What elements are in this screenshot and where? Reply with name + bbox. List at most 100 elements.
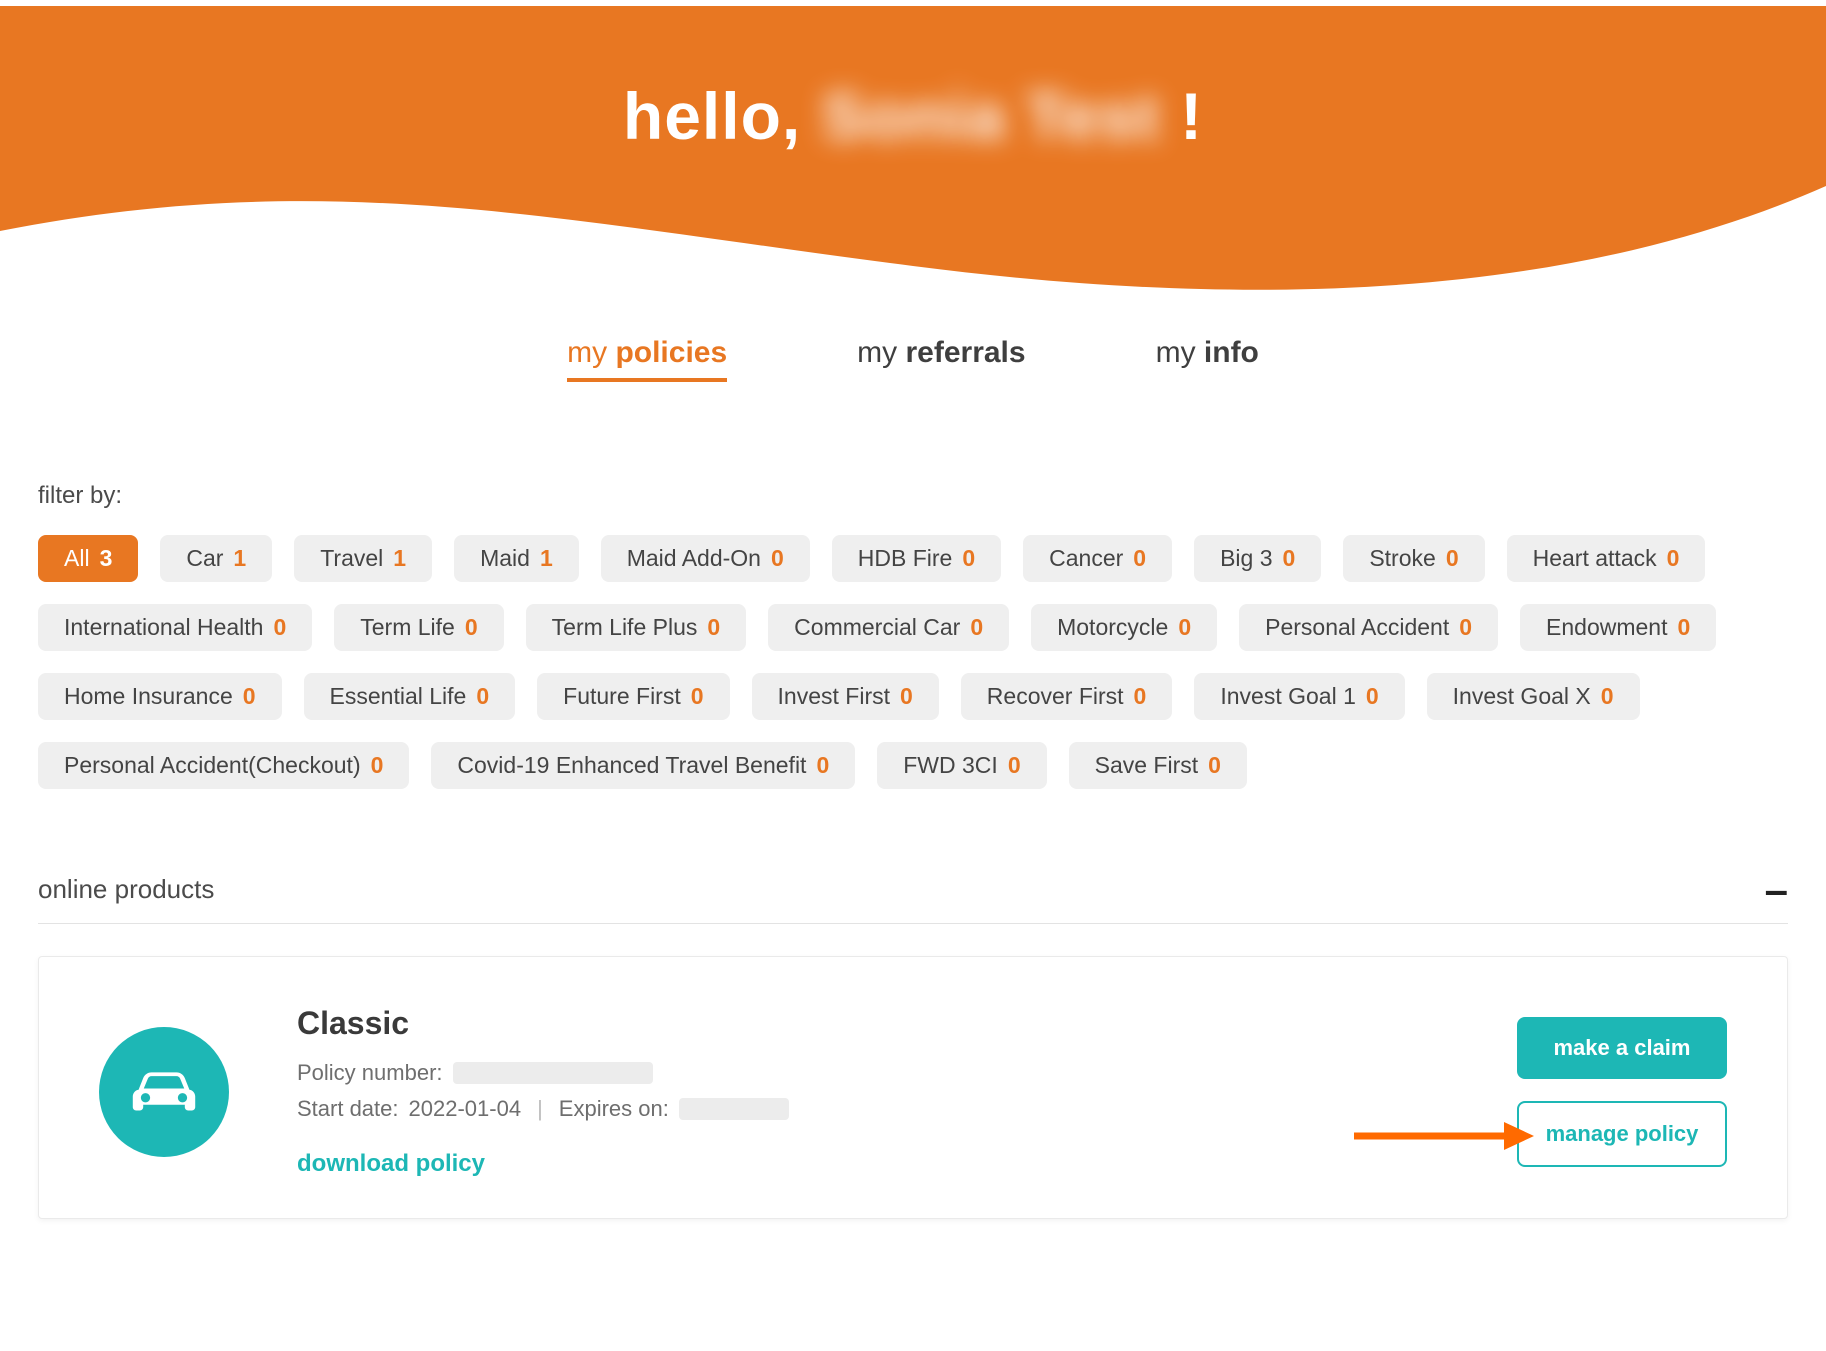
manage-policy-button[interactable]: manage policy (1517, 1101, 1727, 1167)
chip-count: 0 (1446, 547, 1459, 570)
tab-referrals[interactable]: my referrals (857, 336, 1025, 382)
chip-count: 0 (816, 754, 829, 777)
car-icon (99, 1027, 229, 1157)
tab-light: my (857, 336, 905, 369)
chip-count: 0 (970, 616, 983, 639)
policy-number-value-blurred (453, 1062, 653, 1084)
filter-chip[interactable]: Invest Goal X 0 (1427, 673, 1640, 720)
chip-label: Commercial Car (794, 616, 960, 639)
filter-chip[interactable]: Covid-19 Enhanced Travel Benefit0 (431, 742, 855, 789)
chip-count: 0 (1134, 685, 1147, 708)
chip-label: Maid (480, 547, 530, 570)
chip-label: Invest Goal 1 (1220, 685, 1356, 708)
filter-chip[interactable]: Maid 1 (454, 535, 579, 582)
filter-by-label: filter by: (38, 482, 1788, 510)
chip-label: Endowment (1546, 616, 1667, 639)
chip-label: Car (186, 547, 223, 570)
filter-chip[interactable]: Maid Add-On0 (601, 535, 810, 582)
chip-label: All (64, 547, 90, 570)
chip-count: 0 (1601, 685, 1614, 708)
filter-chip[interactable]: Term Life 0 (334, 604, 503, 651)
filter-chip[interactable]: Car 1 (160, 535, 272, 582)
chip-count: 0 (273, 616, 286, 639)
tabs: my policies my referrals my info (0, 336, 1826, 382)
filter-chip[interactable]: All 3 (38, 535, 138, 582)
filter-chip[interactable]: Future First0 (537, 673, 729, 720)
separator: | (531, 1096, 549, 1122)
chip-count: 3 (100, 547, 113, 570)
chip-label: Save First (1095, 754, 1199, 777)
filter-chip[interactable]: Personal Accident(Checkout) 0 (38, 742, 409, 789)
filter-chip[interactable]: Term Life Plus 0 (526, 604, 747, 651)
chip-label: Personal Accident(Checkout) (64, 754, 361, 777)
chip-label: Home Insurance (64, 685, 233, 708)
chip-count: 0 (1283, 547, 1296, 570)
filter-chip[interactable]: FWD 3CI 0 (877, 742, 1046, 789)
filter-chip[interactable]: Essential Life0 (304, 673, 516, 720)
chip-label: Heart attack (1533, 547, 1657, 570)
filter-chip[interactable]: Commercial Car 0 (768, 604, 1009, 651)
filter-chip[interactable]: Personal Accident0 (1239, 604, 1498, 651)
filter-chip[interactable]: Heart attack 0 (1507, 535, 1706, 582)
chip-label: Term Life (360, 616, 455, 639)
start-date-label: Start date: (297, 1096, 399, 1122)
chip-label: Personal Accident (1265, 616, 1449, 639)
hero-banner: hello, Sonia Test ! (0, 6, 1826, 306)
start-date-value: 2022-01-04 (409, 1096, 522, 1122)
chip-count: 0 (771, 547, 784, 570)
tab-strong: info (1204, 336, 1259, 369)
chip-count: 1 (540, 547, 553, 570)
chip-label: Recover First (987, 685, 1124, 708)
tab-info[interactable]: my info (1156, 336, 1259, 382)
chip-count: 0 (1667, 547, 1680, 570)
user-name-blurred: Sonia Test (821, 78, 1160, 154)
chip-count: 0 (1008, 754, 1021, 777)
chip-count: 0 (707, 616, 720, 639)
filter-chip[interactable]: Big 3 0 (1194, 535, 1321, 582)
filter-chip[interactable]: Cancer 0 (1023, 535, 1172, 582)
filter-chip[interactable]: Home Insurance 0 (38, 673, 282, 720)
filter-chip[interactable]: HDB Fire0 (832, 535, 1001, 582)
greeting-bang: ! (1180, 78, 1203, 154)
chip-count: 0 (900, 685, 913, 708)
chip-label: International Health (64, 616, 263, 639)
chip-count: 1 (233, 547, 246, 570)
filter-chip[interactable]: Invest First 0 (752, 673, 939, 720)
chip-label: Travel (320, 547, 383, 570)
chip-label: Invest Goal X (1453, 685, 1591, 708)
chip-label: Stroke (1369, 547, 1435, 570)
chip-count: 0 (1133, 547, 1146, 570)
chip-label: Cancer (1049, 547, 1123, 570)
filter-chip[interactable]: Save First0 (1069, 742, 1247, 789)
tab-strong: referrals (905, 336, 1025, 369)
download-policy-link[interactable]: download policy (297, 1150, 485, 1178)
chip-count: 1 (393, 547, 406, 570)
chip-label: Term Life Plus (552, 616, 698, 639)
filter-chip[interactable]: Invest Goal 10 (1194, 673, 1404, 720)
greeting-text: hello, (623, 78, 801, 154)
tab-light: my (567, 336, 615, 369)
tab-policies[interactable]: my policies (567, 336, 727, 382)
filter-chip[interactable]: Recover First 0 (961, 673, 1173, 720)
chip-label: FWD 3CI (903, 754, 998, 777)
chip-count: 0 (465, 616, 478, 639)
filter-chip[interactable]: Travel 1 (294, 535, 432, 582)
chip-count: 0 (1678, 616, 1691, 639)
policy-card: Classic Policy number: Start date: 2022-… (38, 956, 1788, 1219)
chip-count: 0 (243, 685, 256, 708)
chip-count: 0 (371, 754, 384, 777)
chip-count: 0 (476, 685, 489, 708)
plan-name: Classic (297, 1005, 1517, 1042)
chip-label: Invest First (778, 685, 890, 708)
expires-value-blurred (679, 1098, 789, 1120)
tab-light: my (1156, 336, 1204, 369)
filter-chip[interactable]: Stroke 0 (1343, 535, 1484, 582)
chip-label: Big 3 (1220, 547, 1272, 570)
section-online-products[interactable]: online products – (38, 874, 1788, 924)
chip-label: Motorcycle (1057, 616, 1168, 639)
filter-chip[interactable]: Motorcycle0 (1031, 604, 1217, 651)
collapse-icon[interactable]: – (1765, 879, 1788, 900)
filter-chip[interactable]: Endowment 0 (1520, 604, 1716, 651)
make-claim-button[interactable]: make a claim (1517, 1017, 1727, 1079)
filter-chip[interactable]: International Health 0 (38, 604, 312, 651)
